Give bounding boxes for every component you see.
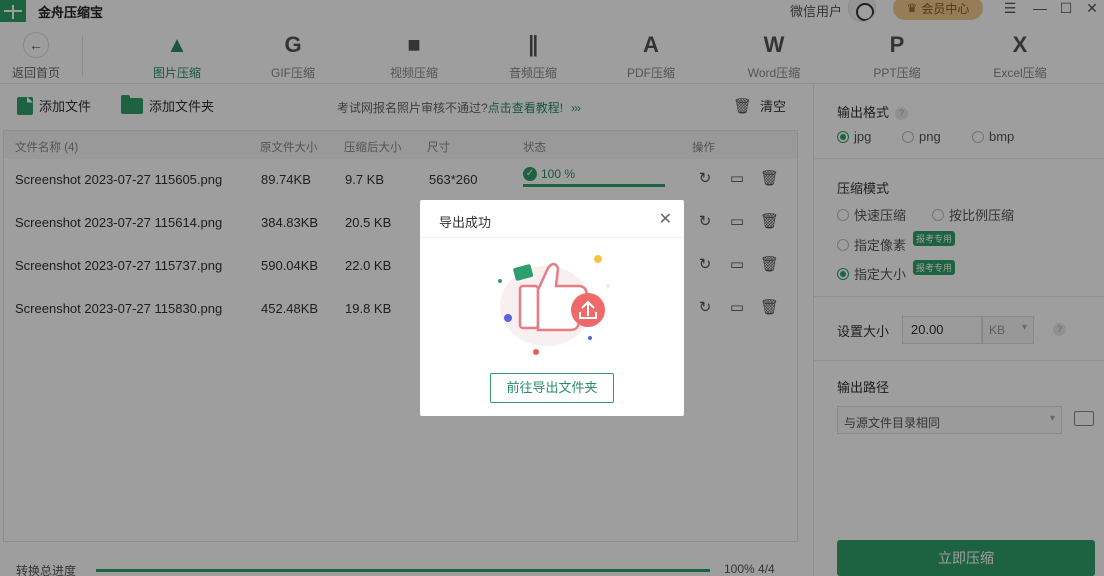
dialog-header: 导出成功 ✕: [420, 200, 684, 238]
thumbs-up-icon: [498, 255, 610, 355]
thumbs-up-illustration: [420, 238, 684, 366]
open-export-folder-button[interactable]: 前往导出文件夹: [490, 373, 614, 403]
close-icon[interactable]: ✕: [659, 209, 672, 229]
export-success-dialog: 导出成功 ✕ 前往导出文件夹: [420, 200, 684, 416]
dialog-title: 导出成功: [439, 215, 492, 230]
